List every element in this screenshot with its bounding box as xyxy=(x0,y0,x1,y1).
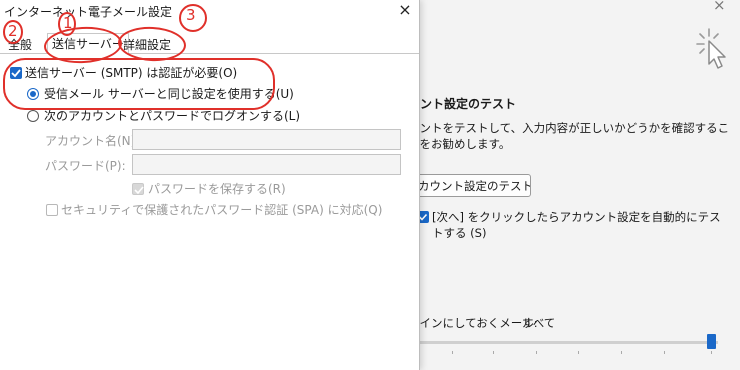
checkmark-icon xyxy=(134,186,144,195)
annotation-circle-1 xyxy=(58,12,76,36)
remember-password-checkbox[interactable] xyxy=(132,183,144,195)
dialog-title: インターネット電子メール設定 xyxy=(4,5,173,19)
auto-test-label: [次へ] をクリックしたらアカウント設定を自動的にテストする (S) xyxy=(432,210,721,240)
slider-tick xyxy=(711,351,712,354)
spa-checkbox[interactable] xyxy=(46,204,58,216)
test-settings-description: ウントをテストして、入力内容が正しいかどうかを確認することをお勧めします。 xyxy=(408,121,730,151)
slider-tick xyxy=(536,351,537,354)
annotation-circle-3 xyxy=(179,4,207,32)
click-cursor-icon xyxy=(696,28,726,69)
close-icon[interactable]: × xyxy=(395,0,415,20)
slider-tick xyxy=(621,351,622,354)
annotation-circle-2 xyxy=(3,20,23,44)
spa-label: セキュリティで保護されたパスワード認証 (SPA) に対応(Q) xyxy=(61,203,383,217)
password-label: パスワード(P): xyxy=(45,159,126,173)
slider-tick xyxy=(493,351,494,354)
logon-with-radio[interactable] xyxy=(27,110,39,122)
offline-mail-value: すべて xyxy=(522,316,556,330)
offline-slider-thumb[interactable] xyxy=(707,334,716,349)
test-account-settings-button[interactable]: カウント設定のテスト(T) xyxy=(403,174,531,197)
password-field[interactable] xyxy=(132,154,401,175)
test-settings-heading: ウント設定のテスト xyxy=(408,97,517,111)
offline-mail-label: ラインにしておくメール: xyxy=(408,316,538,330)
annotation-circle-smtp-auth xyxy=(3,58,275,110)
logon-with-label[interactable]: 次のアカウントとパスワードでログオンする(L) xyxy=(44,109,300,123)
slider-tick xyxy=(664,351,665,354)
remember-password-label: パスワードを保存する(R) xyxy=(148,182,286,196)
offline-slider-track[interactable] xyxy=(408,341,718,344)
slider-tick xyxy=(452,351,453,354)
account-name-label: アカウント名(N): xyxy=(45,134,140,148)
slider-tick xyxy=(578,351,579,354)
account-name-field[interactable] xyxy=(132,129,401,150)
background-close-icon[interactable]: × xyxy=(713,0,726,14)
